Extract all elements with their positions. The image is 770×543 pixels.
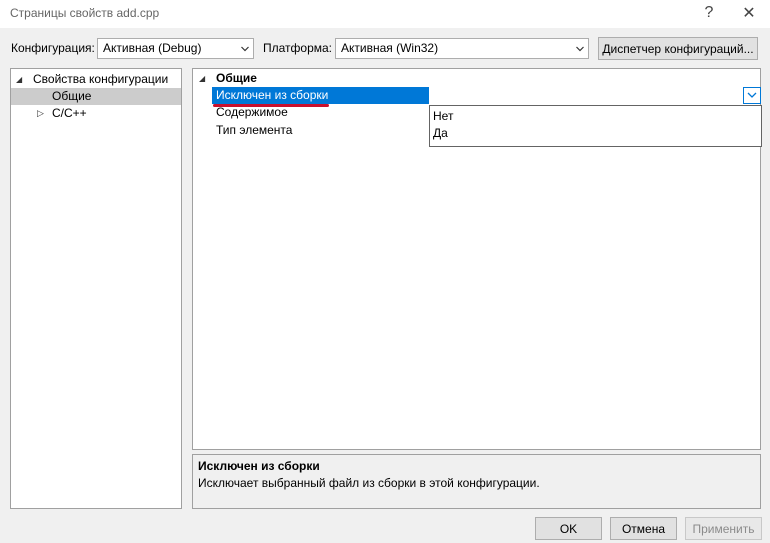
window-title: Страницы свойств add.cpp (10, 6, 160, 20)
property-grid: ◢ Общие Исключен из сборки Содержимое Ти… (192, 68, 762, 450)
configuration-manager-button[interactable]: Диспетчер конфигураций... (598, 37, 758, 60)
configuration-value: Активная (Debug) (103, 41, 202, 55)
property-name-item-type[interactable]: Тип элемента (212, 122, 429, 139)
platform-label: Платформа: (263, 41, 333, 55)
tree-item-configuration-properties[interactable]: ◢ Свойства конфигурации (11, 71, 181, 88)
platform-value: Активная (Win32) (341, 41, 439, 55)
cancel-button[interactable]: Отмена (610, 517, 677, 540)
configuration-label: Конфигурация: (11, 41, 95, 55)
help-button[interactable]: ? (694, 2, 724, 24)
description-text: Исключает выбранный файл из сборки в это… (198, 476, 540, 490)
chevron-down-icon (576, 46, 584, 52)
property-tree: ◢ Свойства конфигурации Общие ▷ C/C++ (10, 68, 182, 509)
configuration-combo[interactable]: Активная (Debug) (97, 38, 254, 59)
tree-item-general[interactable]: Общие (11, 88, 181, 105)
category-general[interactable]: ◢ Общие (193, 70, 760, 87)
ok-button[interactable]: OK (535, 517, 602, 540)
property-name-content[interactable]: Содержимое (212, 104, 429, 121)
dropdown-option-yes[interactable]: Да (433, 125, 753, 142)
dropdown-option-no[interactable]: Нет (433, 108, 753, 125)
tree-item-label: Общие (52, 89, 92, 103)
collapsed-icon[interactable]: ▷ (37, 105, 44, 122)
close-button[interactable]: ✕ (734, 2, 764, 24)
tree-item-label: Свойства конфигурации (33, 72, 169, 86)
tree-item-cpp[interactable]: ▷ C/C++ (11, 105, 181, 122)
tree-item-label: C/C++ (52, 106, 87, 120)
category-label: Общие (216, 71, 257, 85)
apply-button[interactable]: Применить (685, 517, 762, 540)
property-value-excluded-from-build[interactable] (429, 87, 741, 104)
chevron-down-icon (241, 46, 249, 52)
value-dropdown-list: Нет Да (429, 105, 762, 147)
expanded-icon[interactable]: ◢ (16, 71, 22, 88)
description-panel: Исключен из сборки Исключает выбранный ф… (192, 454, 761, 509)
expanded-icon[interactable]: ◢ (199, 70, 205, 87)
platform-combo[interactable]: Активная (Win32) (335, 38, 589, 59)
property-name-excluded-from-build[interactable]: Исключен из сборки (212, 87, 429, 104)
description-title: Исключен из сборки (198, 459, 320, 473)
chevron-down-icon (747, 92, 757, 98)
value-dropdown-button[interactable] (743, 87, 761, 104)
